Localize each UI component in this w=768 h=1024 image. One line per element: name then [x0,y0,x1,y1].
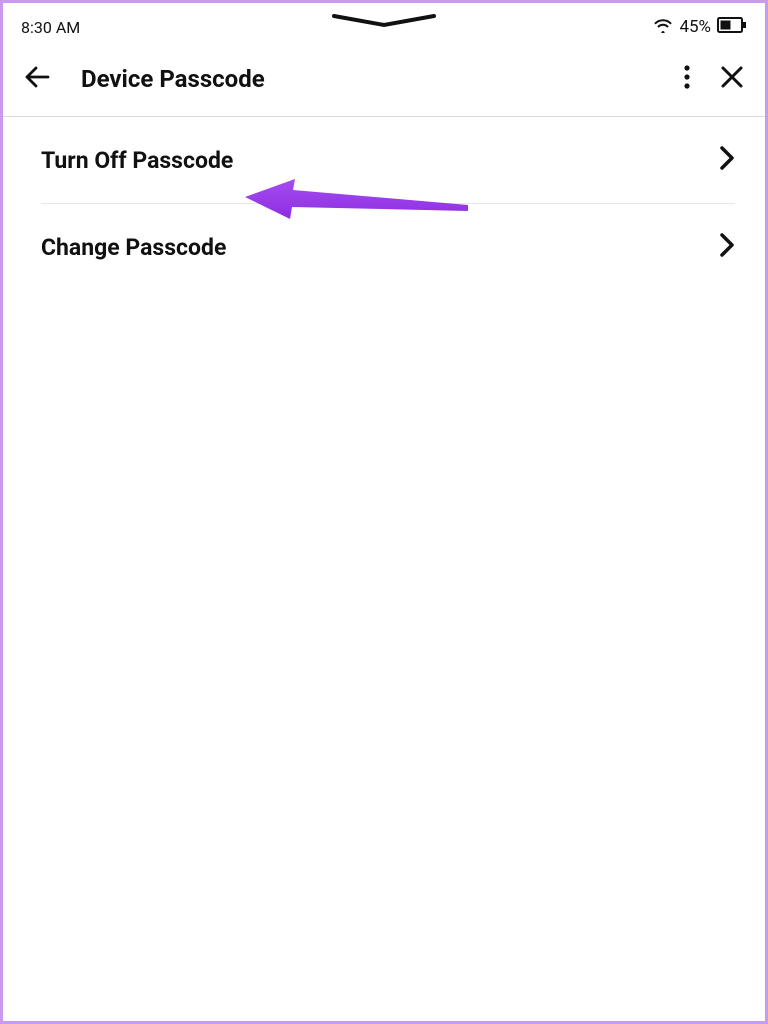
status-time: 8:30 AM [21,18,80,37]
back-button[interactable] [23,63,51,94]
page-header: Device Passcode [3,45,765,117]
settings-list: Turn Off Passcode Change Passcode [3,117,765,290]
wifi-icon [653,17,673,37]
list-item-label: Change Passcode [41,234,226,261]
status-right: 45% [653,17,747,37]
kebab-menu-icon [683,63,691,94]
close-icon [719,64,745,93]
change-passcode-item[interactable]: Change Passcode [41,204,735,290]
turn-off-passcode-item[interactable]: Turn Off Passcode [41,117,735,204]
battery-percentage: 45% [679,17,711,37]
battery-icon [717,17,747,37]
chevron-right-icon [719,232,735,262]
more-options-button[interactable] [683,63,691,94]
chevron-right-icon [719,145,735,175]
drag-handle-icon [324,11,444,35]
arrow-left-icon [23,63,51,94]
page-title: Device Passcode [81,65,683,93]
list-item-label: Turn Off Passcode [41,147,233,174]
close-button[interactable] [719,64,745,93]
